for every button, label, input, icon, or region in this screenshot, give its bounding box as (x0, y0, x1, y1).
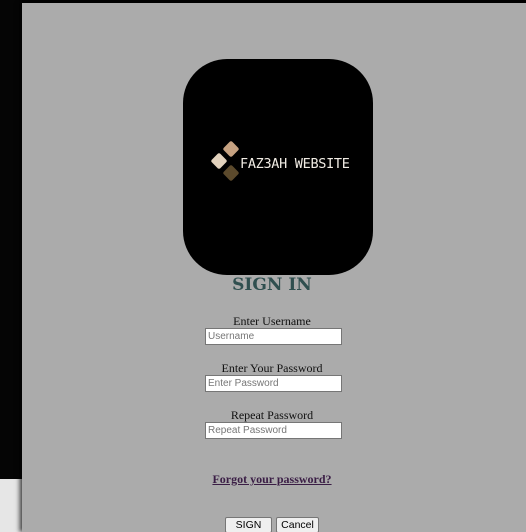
background-window-dark (0, 0, 22, 532)
background-window-light (0, 479, 22, 532)
password-label: Enter Your Password (221, 361, 323, 375)
page-title: SIGN IN (232, 275, 312, 295)
logo-diamond-dark (223, 165, 239, 181)
logo-text: FAZ3AH WEBSITE (240, 156, 350, 172)
signin-panel: FAZ3AH WEBSITE SIGN IN Enter Username En… (22, 3, 526, 532)
logo-diamond-light (211, 153, 227, 169)
logo-diamond-mid (223, 141, 239, 157)
screen: FAZ3AH WEBSITE SIGN IN Enter Username En… (0, 0, 526, 532)
site-logo: FAZ3AH WEBSITE (183, 59, 373, 275)
repeat-password-input[interactable] (205, 422, 342, 439)
password-input[interactable] (205, 375, 342, 392)
cancel-button[interactable]: Cancel (276, 517, 319, 532)
username-label: Enter Username (233, 314, 311, 328)
forgot-password-link[interactable]: Forgot your password? (22, 472, 522, 487)
username-input[interactable] (205, 328, 342, 345)
repeat-password-label: Repeat Password (230, 408, 314, 422)
signin-button[interactable]: SIGN IN (225, 517, 272, 532)
